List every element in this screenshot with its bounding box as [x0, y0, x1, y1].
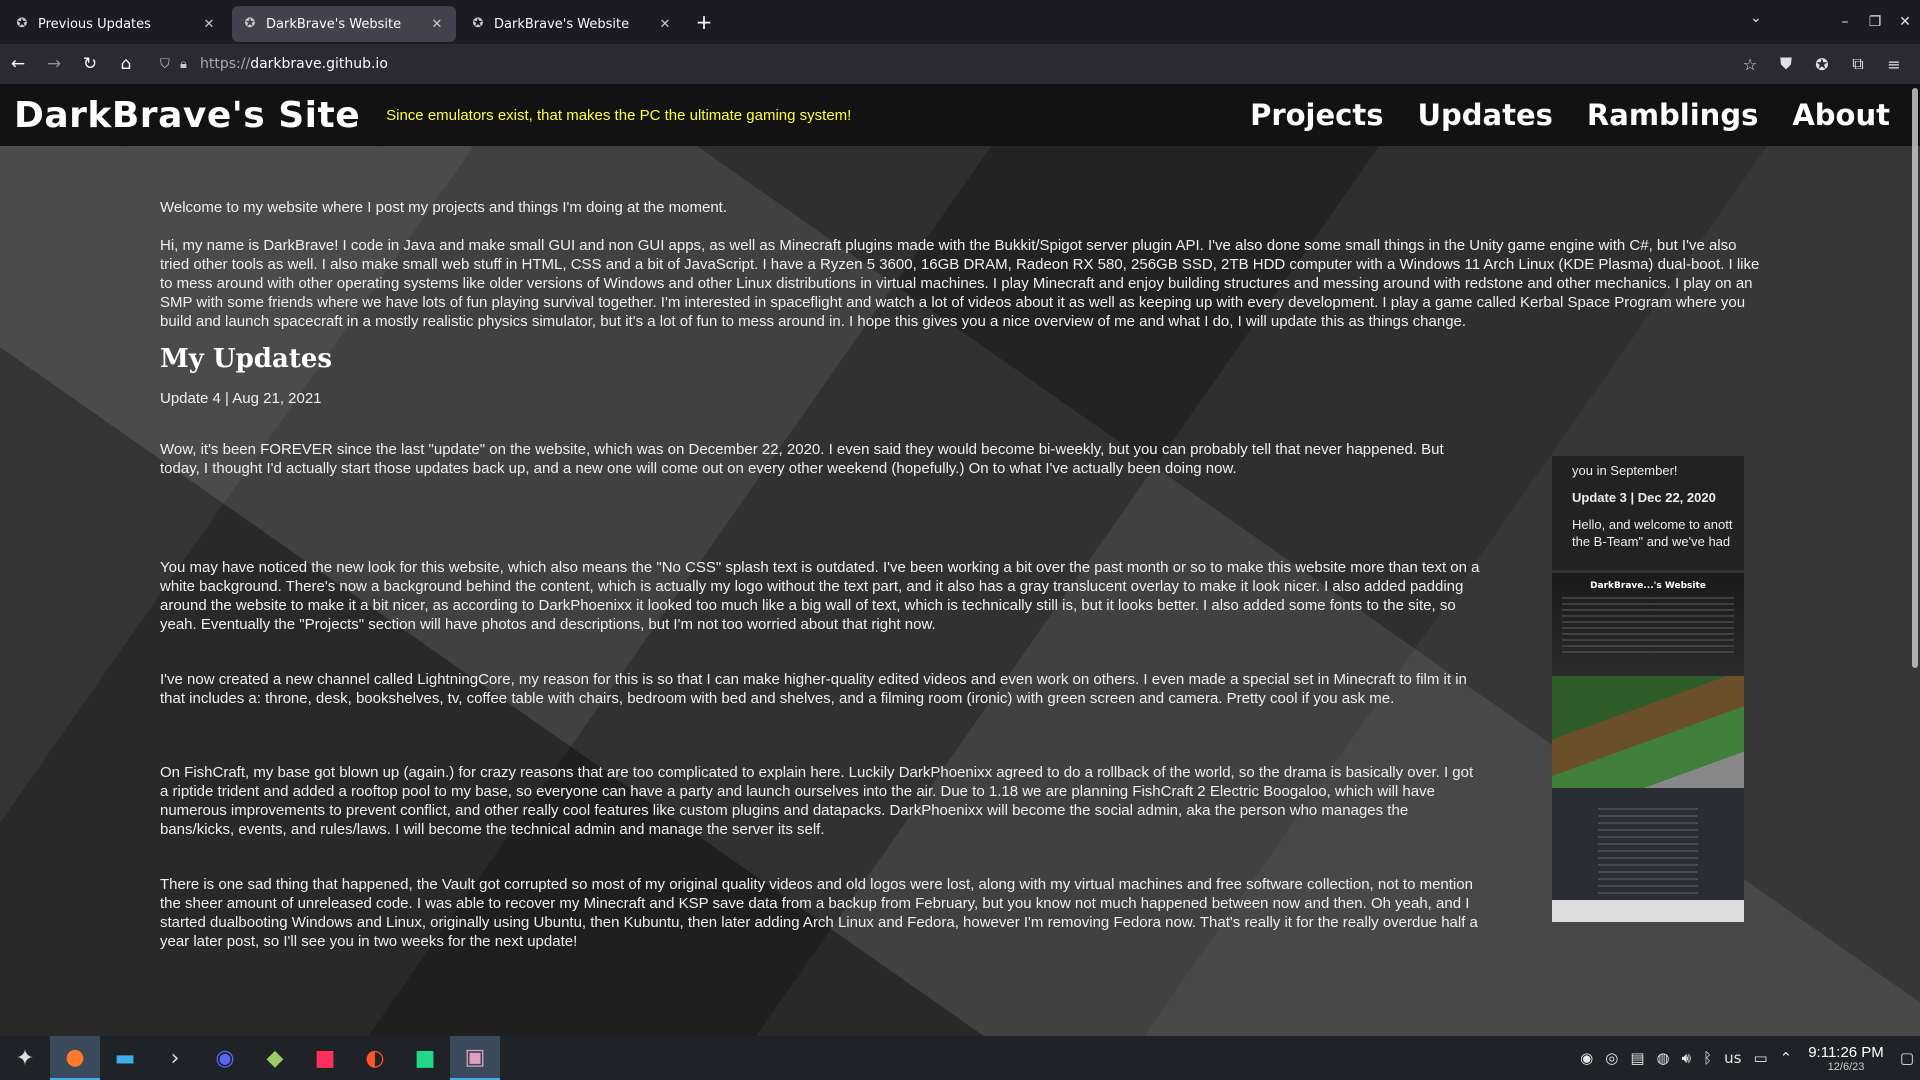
- embed-line: the B-Team" and we've had: [1572, 534, 1731, 549]
- embed-line: you in September!: [1572, 463, 1678, 478]
- steam-tray-icon[interactable]: ◎: [1605, 1049, 1618, 1067]
- nav-updates-link[interactable]: Updates: [1417, 98, 1552, 132]
- back-icon[interactable]: ←: [0, 48, 36, 80]
- list-all-tabs-icon[interactable]: ⌄: [1750, 10, 1762, 26]
- intellij-icon[interactable]: ■: [300, 1036, 350, 1080]
- tracking-shield-icon[interactable]: ⛉: [160, 57, 180, 72]
- url-host: darkbrave.github.io: [250, 56, 388, 72]
- embed-update-title: Update 3 | Dec 22, 2020: [1572, 490, 1716, 505]
- page-scrollbar[interactable]: [1912, 88, 1918, 668]
- update-title: Update 4 | Aug 21, 2021: [160, 390, 322, 407]
- extension-icon[interactable]: ✪: [1804, 48, 1840, 80]
- pocket-icon[interactable]: ⛊: [1768, 48, 1804, 80]
- close-tab-icon[interactable]: ✕: [200, 17, 218, 32]
- site-nav: Projects Updates Ramblings About: [1216, 84, 1890, 146]
- restore-icon[interactable]: ❐: [1860, 14, 1890, 30]
- web-page: DarkBrave's Site Since emulators exist, …: [0, 84, 1920, 1036]
- site-title[interactable]: DarkBrave's Site: [14, 95, 360, 136]
- bookmark-star-icon[interactable]: ☆: [1732, 48, 1768, 80]
- document-lines: [1598, 808, 1698, 894]
- tray-expand-icon[interactable]: ⌃: [1780, 1049, 1793, 1067]
- show-desktop-icon[interactable]: ▢: [1900, 1049, 1914, 1067]
- toolbar-right-buttons: ☆ ⛊ ✪ ⧉ ≡: [1732, 48, 1912, 80]
- discord-tray-icon[interactable]: ◉: [1580, 1049, 1593, 1067]
- firefox-icon[interactable]: ●: [50, 1036, 100, 1080]
- system-tray: ◉ ◎ ▤ ◍ 🔊︎ ᛒ us ▭ ⌃ 9:11:26 PM 12/6/23 ▢: [1574, 1036, 1920, 1080]
- site-header: DarkBrave's Site Since emulators exist, …: [0, 84, 1920, 146]
- bio-text: Hi, my name is DarkBrave! I code in Java…: [160, 237, 1760, 330]
- embed-text: you in September! Update 3 | Dec 22, 202…: [1552, 456, 1744, 550]
- document-screenshot-thumbnail: [1552, 788, 1744, 900]
- close-tab-icon[interactable]: ✕: [656, 17, 674, 32]
- screenshot-app-icon[interactable]: ▣: [450, 1036, 500, 1080]
- tab-title: DarkBrave's Website: [266, 16, 402, 32]
- menu-hamburger-icon[interactable]: ≡: [1876, 48, 1912, 80]
- volume-icon[interactable]: 🔊︎: [1682, 1049, 1691, 1067]
- close-tab-icon[interactable]: ✕: [428, 17, 446, 32]
- update-paragraph: I've now created a new channel called Li…: [160, 671, 1467, 707]
- terminal-icon[interactable]: ›: [150, 1036, 200, 1080]
- update-paragraph: There is one sad thing that happened, th…: [160, 876, 1478, 950]
- intro-text: Welcome to my website where I post my pr…: [160, 199, 728, 216]
- update-paragraph: Wow, it's been FOREVER since the last "u…: [160, 441, 1444, 477]
- lock-icon[interactable]: 🔒︎: [180, 57, 200, 72]
- webstorm-icon[interactable]: ■: [400, 1036, 450, 1080]
- bluetooth-icon[interactable]: ᛒ: [1703, 1049, 1712, 1067]
- file-manager-icon[interactable]: ▬: [100, 1036, 150, 1080]
- reload-icon[interactable]: ↻: [72, 48, 108, 80]
- tab-previous-updates[interactable]: ✪ Previous Updates ✕: [4, 6, 228, 42]
- nav-about-link[interactable]: About: [1792, 98, 1890, 132]
- url-bar[interactable]: ⛉ 🔒︎ https://darkbrave.github.io: [160, 48, 1720, 80]
- minimize-icon[interactable]: –: [1830, 14, 1860, 30]
- site-tagline: Since emulators exist, that makes the PC…: [386, 106, 852, 124]
- nav-ramblings-link[interactable]: Ramblings: [1587, 98, 1758, 132]
- clock-time: 9:11:26 PM: [1808, 1043, 1884, 1061]
- home-icon[interactable]: ⌂: [108, 48, 144, 80]
- update-icon[interactable]: ◍: [1657, 1049, 1670, 1067]
- browser-navigation-bar: ← → ↻ ⌂ ⛉ 🔒︎ https://darkbrave.github.io…: [0, 44, 1920, 84]
- clock[interactable]: 9:11:26 PM 12/6/23: [1808, 1044, 1884, 1073]
- app-launcher-icon[interactable]: ✦: [0, 1036, 50, 1080]
- desktop-screenshot-thumbnail: [1552, 900, 1744, 922]
- forward-icon[interactable]: →: [36, 48, 72, 80]
- update-paragraph: You may have noticed the new look for th…: [160, 559, 1480, 633]
- site-favicon-icon: ✪: [244, 16, 256, 31]
- updates-heading: My Updates: [160, 344, 333, 374]
- extensions-puzzle-icon[interactable]: ⧉: [1840, 48, 1876, 80]
- tab-title: DarkBrave's Website: [494, 16, 630, 32]
- clipboard-icon[interactable]: ▤: [1630, 1049, 1644, 1067]
- previous-updates-embed[interactable]: you in September! Update 3 | Dec 22, 202…: [1552, 456, 1744, 922]
- keyboard-layout[interactable]: us: [1724, 1049, 1741, 1067]
- thumbnail-text-lines: [1562, 597, 1734, 657]
- network-icon[interactable]: ▭: [1753, 1049, 1767, 1067]
- site-favicon-icon: ✪: [16, 16, 28, 31]
- close-window-icon[interactable]: ✕: [1890, 14, 1920, 30]
- taskbar: ✦ ● ▬ › ◉ ◆ ■ ◐ ■ ▣ ◉ ◎ ▤ ◍ 🔊︎ ᛒ us ▭ ⌃ …: [0, 1036, 1920, 1080]
- update-paragraph: On FishCraft, my base got blown up (agai…: [160, 764, 1474, 838]
- website-screenshot-thumbnail: DarkBrave...'s Website: [1552, 570, 1744, 676]
- new-tab-button[interactable]: +: [688, 6, 720, 38]
- browser-tab-bar: ✪ Previous Updates ✕ ✪ DarkBrave's Websi…: [0, 0, 1920, 44]
- site-favicon-icon: ✪: [472, 16, 484, 31]
- minecraft-screenshot-thumbnail: [1552, 676, 1744, 788]
- tab-darkbrave-website[interactable]: ✪ DarkBrave's Website ✕: [460, 6, 684, 42]
- thumbnail-title: DarkBrave...'s Website: [1590, 581, 1706, 591]
- brave-like-app-icon[interactable]: ◐: [350, 1036, 400, 1080]
- tab-title: Previous Updates: [38, 16, 151, 32]
- nav-projects-link[interactable]: Projects: [1250, 98, 1383, 132]
- tab-darkbrave-website-active[interactable]: ✪ DarkBrave's Website ✕: [232, 6, 456, 42]
- embed-line: Hello, and welcome to anott: [1572, 517, 1733, 532]
- clock-date: 12/6/23: [1827, 1060, 1865, 1073]
- window-controls: – ❐ ✕: [1830, 0, 1920, 44]
- discord-icon[interactable]: ◉: [200, 1036, 250, 1080]
- main-content: Welcome to my website where I post my pr…: [160, 198, 1760, 970]
- prism-launcher-icon[interactable]: ◆: [250, 1036, 300, 1080]
- url-protocol: https://: [200, 56, 251, 72]
